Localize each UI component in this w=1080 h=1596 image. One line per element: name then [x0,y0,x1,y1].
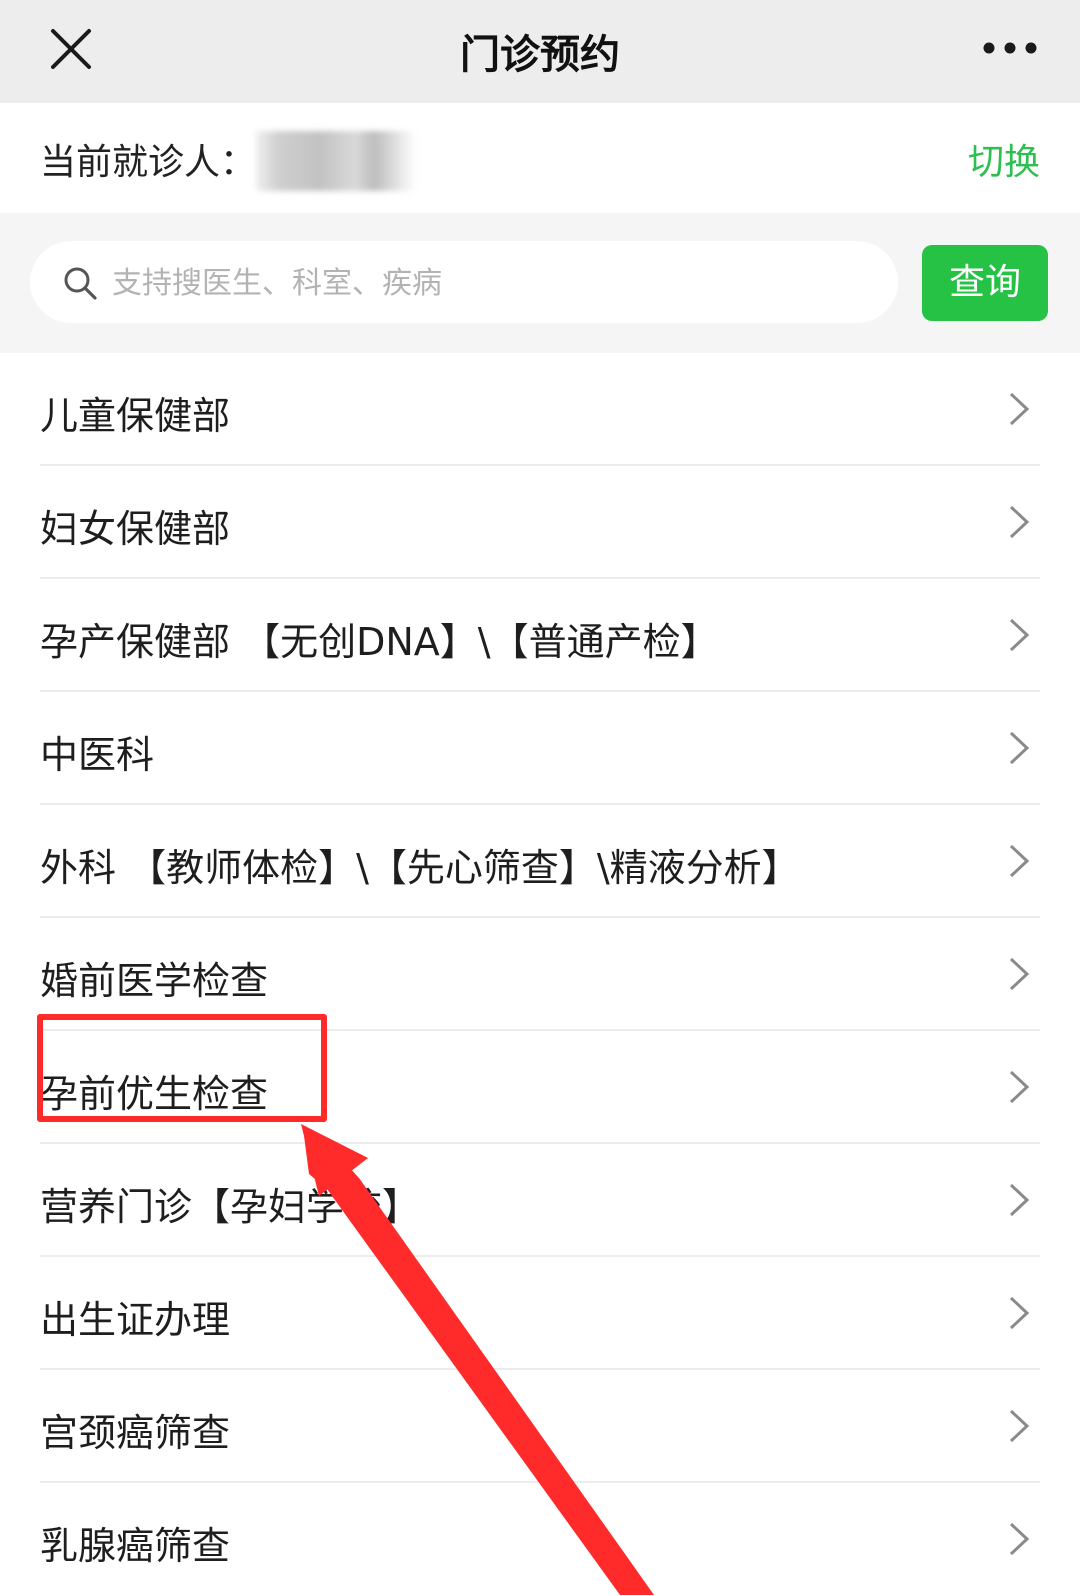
department-name: 营养门诊【孕妇学校】 [40,1185,421,1229]
department-name: 出生证办理 [40,1298,231,1342]
department-name: 孕前优生检查 [40,1072,269,1116]
department-name: 妇女保健部 [40,507,231,551]
chevron-right-icon [1009,618,1030,652]
list-item[interactable]: 乳腺癌筛查 [0,1483,1080,1596]
nav-bar: 门诊预约 [0,0,1080,103]
current-patient-row: 当前就诊人： 切换 [0,103,1080,213]
chevron-right-icon [1009,731,1030,765]
department-name: 乳腺癌筛查 [40,1524,231,1568]
department-list: 儿童保健部 妇女保健部 孕产保健部 【无创DNA】\【普通产检】 中医科 外科 … [0,353,1080,1596]
list-item[interactable]: 中医科 [0,692,1080,805]
chevron-right-icon [1009,844,1030,878]
list-item[interactable]: 外科 【教师体检】\【先心筛查】\精液分析】 [0,805,1080,918]
department-name: 婚前医学检查 [40,959,269,1003]
chevron-right-icon [1009,957,1030,991]
search-box[interactable] [30,241,898,325]
chevron-right-icon [1009,392,1030,426]
list-item[interactable]: 孕前优生检查 [0,1031,1080,1144]
list-item[interactable]: 孕产保健部 【无创DNA】\【普通产检】 [0,579,1080,692]
query-button[interactable]: 查询 [922,245,1048,321]
chevron-right-icon [1009,1409,1030,1443]
chevron-right-icon [1009,1522,1030,1556]
list-item[interactable]: 妇女保健部 [0,466,1080,579]
department-name: 外科 【教师体检】\【先心筛查】\精液分析】 [40,846,800,890]
department-name: 中医科 [40,733,155,777]
chevron-right-icon [1009,1296,1030,1330]
list-item[interactable]: 婚前医学检查 [0,918,1080,1031]
department-name: 儿童保健部 [40,394,231,438]
current-patient-label: 当前就诊人： [40,142,257,183]
more-dots-icon[interactable] [982,40,1038,56]
switch-patient-button[interactable]: 切换 [968,133,1040,185]
chevron-right-icon [1009,1183,1030,1217]
patient-name-redacted [256,131,416,191]
chevron-right-icon [1009,1070,1030,1104]
search-icon [64,267,97,300]
department-name: 宫颈癌筛查 [40,1411,231,1455]
list-item[interactable]: 出生证办理 [0,1257,1080,1370]
search-input[interactable] [110,241,874,325]
page-title: 门诊预约 [460,32,620,78]
search-area: 查询 [0,213,1080,353]
chevron-right-icon [1009,505,1030,539]
department-name: 孕产保健部 【无创DNA】\【普通产检】 [40,620,719,664]
list-item[interactable]: 营养门诊【孕妇学校】 [0,1144,1080,1257]
list-item[interactable]: 儿童保健部 [0,353,1080,466]
list-item[interactable]: 宫颈癌筛查 [0,1370,1080,1483]
